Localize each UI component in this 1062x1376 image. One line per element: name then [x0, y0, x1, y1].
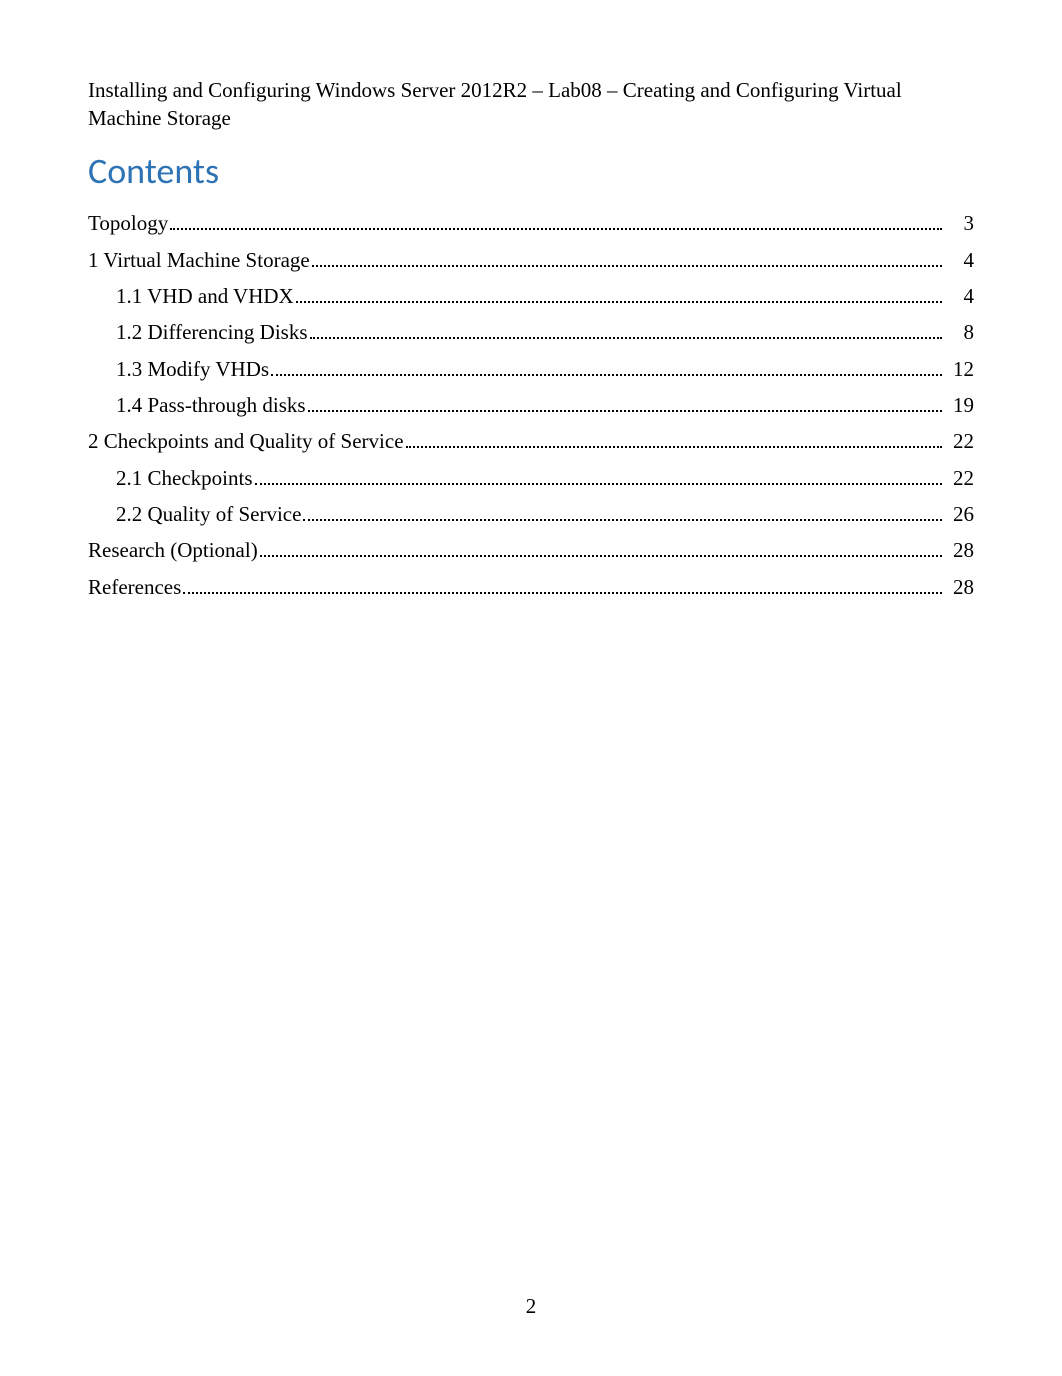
toc-page: 8 — [946, 318, 974, 346]
toc-leader — [255, 464, 943, 485]
toc-label: References — [88, 573, 181, 601]
toc-leader — [170, 209, 942, 230]
toc-page: 26 — [946, 500, 974, 528]
document-page: Installing and Configuring Windows Serve… — [0, 0, 1062, 1376]
toc-label: Research (Optional) — [88, 536, 258, 564]
toc-leader — [260, 536, 942, 557]
toc-leader — [183, 573, 942, 594]
toc-entry[interactable]: 2 Checkpoints and Quality of Service 22 — [88, 427, 974, 455]
toc-leader — [312, 246, 942, 267]
toc-page: 4 — [946, 246, 974, 274]
table-of-contents: Topology 3 1 Virtual Machine Storage 4 1… — [88, 209, 974, 601]
toc-page: 22 — [946, 464, 974, 492]
toc-label: Topology — [88, 209, 168, 237]
toc-page: 3 — [946, 209, 974, 237]
toc-label: 1 Virtual Machine Storage — [88, 246, 310, 274]
toc-entry[interactable]: 1.1 VHD and VHDX 4 — [88, 282, 974, 310]
toc-leader — [308, 391, 942, 412]
toc-entry[interactable]: Topology 3 — [88, 209, 974, 237]
toc-entry[interactable]: References 28 — [88, 573, 974, 601]
toc-page: 28 — [946, 536, 974, 564]
toc-label: 1.1 VHD and VHDX — [116, 282, 294, 310]
toc-leader — [296, 282, 942, 303]
toc-leader — [406, 427, 942, 448]
toc-entry[interactable]: 1 Virtual Machine Storage 4 — [88, 246, 974, 274]
toc-label: 1.4 Pass-through disks — [116, 391, 306, 419]
toc-page: 12 — [946, 355, 974, 383]
toc-entry[interactable]: 1.3 Modify VHDs 12 — [88, 355, 974, 383]
toc-entry[interactable]: 1.4 Pass-through disks 19 — [88, 391, 974, 419]
toc-page: 19 — [946, 391, 974, 419]
toc-page: 22 — [946, 427, 974, 455]
toc-leader — [271, 355, 942, 376]
toc-label: 2.2 Quality of Service — [116, 500, 301, 528]
toc-page: 4 — [946, 282, 974, 310]
toc-entry[interactable]: 1.2 Differencing Disks 8 — [88, 318, 974, 346]
toc-entry[interactable]: 2.1 Checkpoints 22 — [88, 464, 974, 492]
contents-heading: Contents — [88, 147, 974, 196]
document-header: Installing and Configuring Windows Serve… — [88, 76, 974, 133]
toc-page: 28 — [946, 573, 974, 601]
toc-label: 1.2 Differencing Disks — [116, 318, 308, 346]
toc-leader — [303, 500, 942, 521]
toc-entry[interactable]: Research (Optional) 28 — [88, 536, 974, 564]
toc-label: 1.3 Modify VHDs — [116, 355, 269, 383]
toc-label: 2 Checkpoints and Quality of Service — [88, 427, 404, 455]
toc-leader — [310, 318, 943, 339]
page-number: 2 — [0, 1292, 1062, 1320]
toc-entry[interactable]: 2.2 Quality of Service 26 — [88, 500, 974, 528]
toc-label: 2.1 Checkpoints — [116, 464, 253, 492]
